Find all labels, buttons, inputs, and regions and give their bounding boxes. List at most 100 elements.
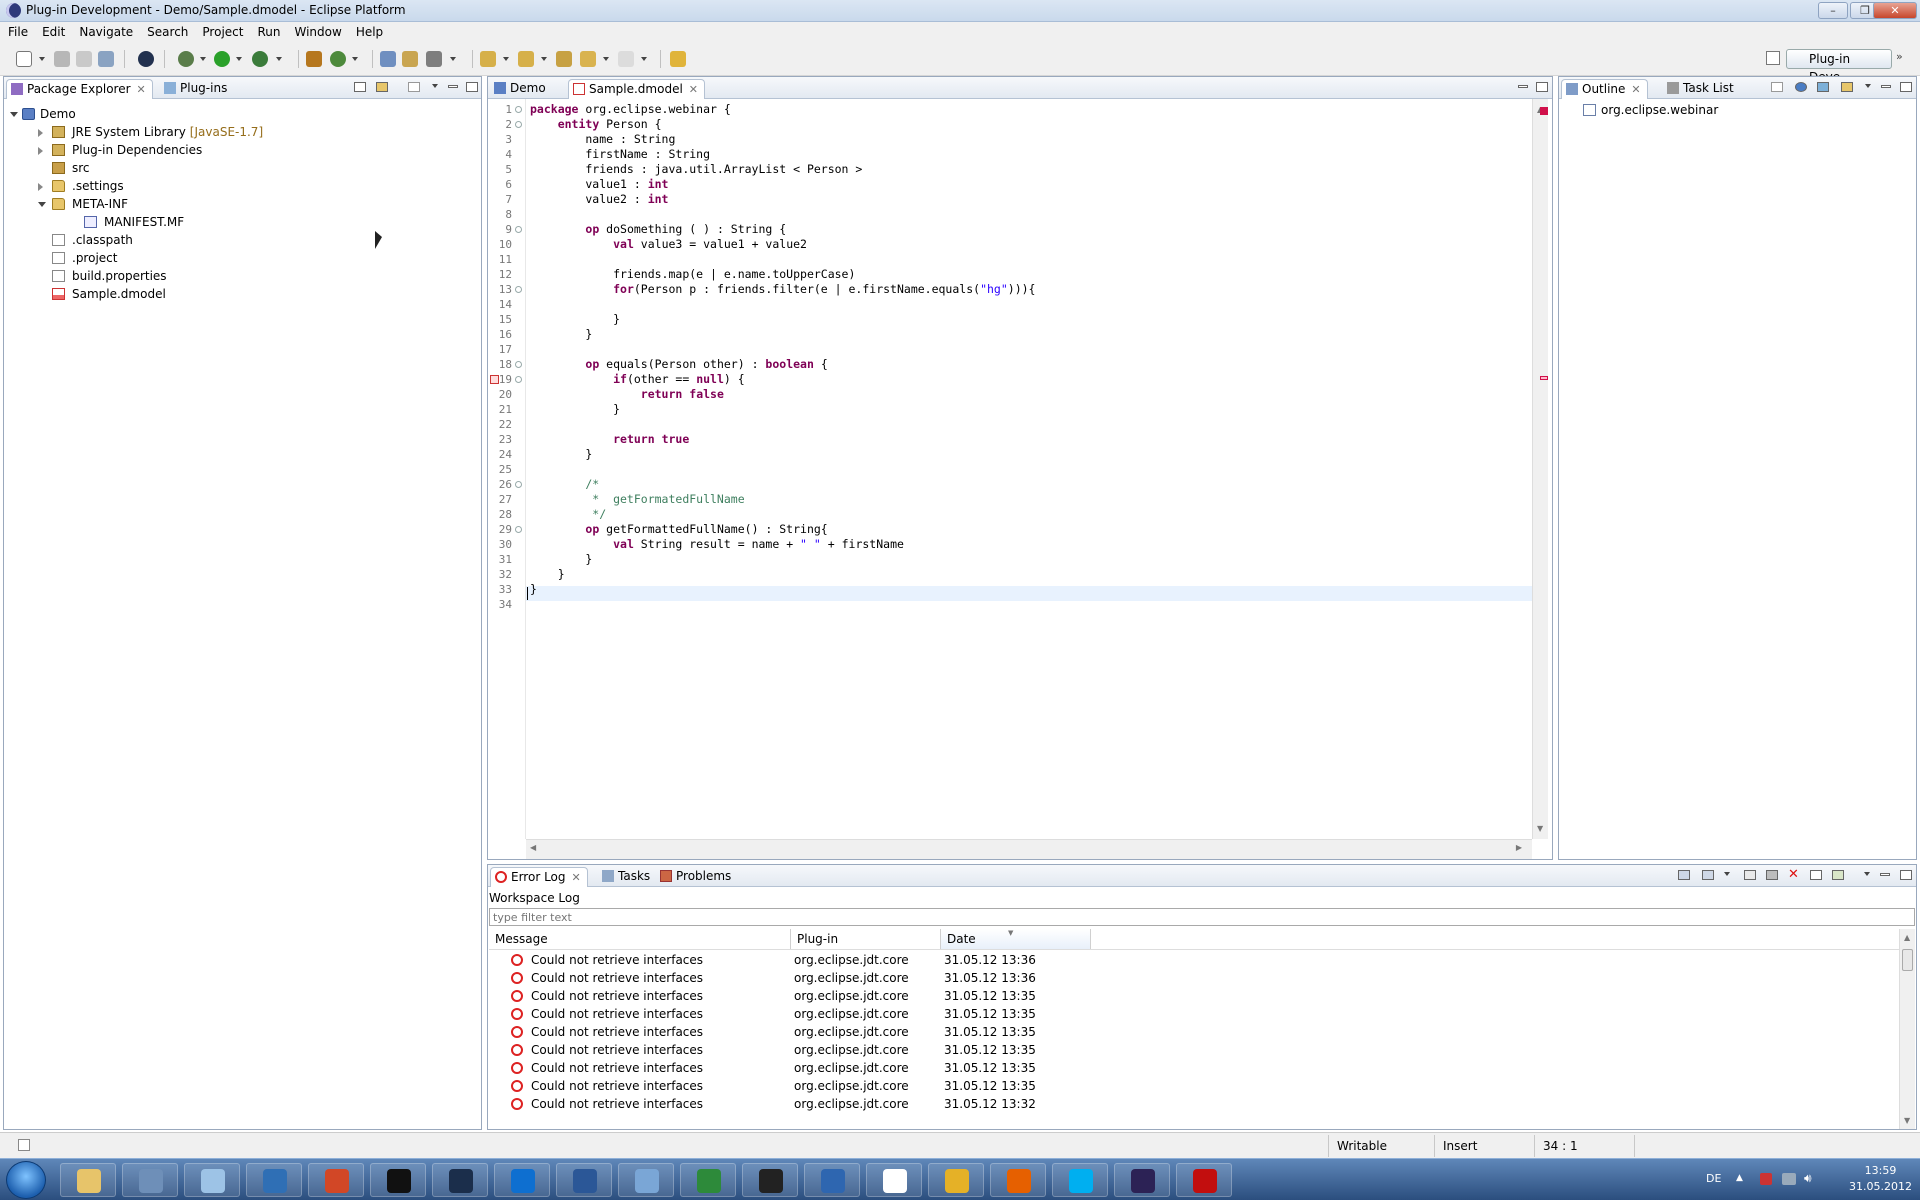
column-plug-in[interactable]: Plug-in <box>791 929 941 949</box>
chevron-down-icon[interactable] <box>276 57 282 61</box>
close-tab-icon[interactable]: ✕ <box>137 83 146 96</box>
print-icon[interactable] <box>98 51 114 67</box>
code-line[interactable]: } <box>530 567 565 582</box>
fold-toggle-icon[interactable] <box>515 361 522 368</box>
tab-plug-ins[interactable]: Plug-ins <box>160 79 233 99</box>
fold-toggle-icon[interactable] <box>515 286 522 293</box>
pin-editor-icon[interactable] <box>670 51 686 67</box>
tab-demo[interactable]: Demo <box>490 79 552 99</box>
show-hidden-icons-icon[interactable]: ▲ <box>1736 1173 1743 1183</box>
table-row[interactable]: Could not retrieve interfaces org.eclipse… <box>489 987 1639 1005</box>
tab-sample-dmodel[interactable]: Sample.dmodel ✕ <box>568 79 706 99</box>
code-line[interactable]: friends : java.util.ArrayList < Person > <box>530 162 862 177</box>
chevron-down-icon[interactable] <box>603 57 609 61</box>
chevron-down-icon[interactable] <box>200 57 206 61</box>
minimize-view-icon[interactable] <box>448 85 458 88</box>
fold-toggle-icon[interactable] <box>515 481 522 488</box>
chevron-down-icon[interactable] <box>541 57 547 61</box>
taskbar-app[interactable] <box>928 1163 984 1197</box>
code-line[interactable]: friends.map(e | e.name.toUpperCase) <box>530 267 855 282</box>
open-log-icon[interactable] <box>1810 870 1822 880</box>
tree-item[interactable]: MANIFEST.MF <box>70 213 184 231</box>
tab-error-log[interactable]: Error Log ✕ <box>490 867 588 887</box>
scroll-down-icon[interactable]: ▼ <box>1904 1116 1910 1125</box>
taskbar-app[interactable] <box>494 1163 550 1197</box>
code-line[interactable]: entity Person { <box>530 117 662 132</box>
code-line[interactable]: /* <box>530 477 599 492</box>
code-line[interactable]: return false <box>530 387 724 402</box>
view-menu-icon[interactable] <box>432 84 438 88</box>
network-tray-icon[interactable] <box>1782 1173 1796 1185</box>
tree-item[interactable]: .classpath <box>38 231 133 249</box>
scroll-up-icon[interactable]: ▲ <box>1904 933 1910 942</box>
table-row[interactable]: Could not retrieve interfaces org.eclipse… <box>489 969 1639 987</box>
maximize-view-icon[interactable] <box>1900 870 1912 880</box>
code-line[interactable]: op doSomething ( ) : String { <box>530 222 786 237</box>
taskbar-app[interactable] <box>1114 1163 1170 1197</box>
view-menu-icon[interactable] <box>1864 872 1870 876</box>
code-line[interactable]: package org.eclipse.webinar { <box>530 102 731 117</box>
table-row[interactable]: Could not retrieve interfaces org.eclipse… <box>489 1023 1639 1041</box>
new-plugin-icon[interactable] <box>306 51 322 67</box>
taskbar-app[interactable] <box>122 1163 178 1197</box>
code-area[interactable]: package org.eclipse.webinar { entity Per… <box>526 99 1532 839</box>
maximize-view-icon[interactable] <box>466 82 478 92</box>
debug-icon[interactable] <box>178 51 194 67</box>
tree-item[interactable]: Sample.dmodel <box>38 285 166 303</box>
menu-run[interactable]: Run <box>250 22 287 42</box>
view-menu-icon[interactable] <box>1865 84 1871 88</box>
minimize-view-icon[interactable] <box>1881 85 1891 88</box>
close-button[interactable]: ✕ <box>1873 2 1917 19</box>
scroll-left-icon[interactable]: ◀ <box>530 843 536 852</box>
editor-horizontal-scrollbar[interactable]: ◀ ▶ <box>526 839 1532 859</box>
expanded-arrow-icon[interactable] <box>10 112 18 117</box>
menu-window[interactable]: Window <box>287 22 348 42</box>
coverage-icon[interactable] <box>252 51 268 67</box>
fold-toggle-icon[interactable] <box>515 376 522 383</box>
export-log-icon[interactable] <box>1678 870 1690 880</box>
taskbar-app[interactable] <box>556 1163 612 1197</box>
chevron-more-icon[interactable]: » <box>1896 50 1903 63</box>
run-icon[interactable] <box>214 51 230 67</box>
tree-item[interactable]: Demo <box>10 105 76 123</box>
table-row[interactable]: Could not retrieve interfaces org.eclipse… <box>489 1005 1639 1023</box>
tree-item[interactable]: META-INF <box>38 195 128 213</box>
minimize-view-icon[interactable] <box>1880 873 1890 876</box>
code-line[interactable]: return true <box>530 432 689 447</box>
menu-help[interactable]: Help <box>349 22 390 42</box>
chevron-down-icon[interactable] <box>641 57 647 61</box>
maximize-view-icon[interactable] <box>1536 82 1548 92</box>
search-icon[interactable] <box>426 51 442 67</box>
code-line[interactable]: } <box>530 402 620 417</box>
code-line[interactable]: value2 : int <box>530 192 668 207</box>
fold-toggle-icon[interactable] <box>515 226 522 233</box>
warning-overview-marker[interactable] <box>1540 376 1548 380</box>
fold-toggle-icon[interactable] <box>515 526 522 533</box>
filter-icon[interactable] <box>1795 82 1807 92</box>
taskbar-app[interactable] <box>308 1163 364 1197</box>
taskbar-app[interactable] <box>184 1163 240 1197</box>
maximize-view-icon[interactable] <box>1900 82 1912 92</box>
taskbar-app[interactable] <box>618 1163 674 1197</box>
close-tab-icon[interactable]: ✕ <box>572 871 581 884</box>
tree-item[interactable]: .settings <box>38 177 124 195</box>
taskbar-app[interactable] <box>804 1163 860 1197</box>
scroll-down-icon[interactable]: ▼ <box>1537 824 1543 833</box>
import-log-icon[interactable] <box>1702 870 1714 880</box>
tab-tasks[interactable]: Tasks <box>598 867 656 887</box>
column-date[interactable]: Date <box>941 929 1091 949</box>
table-row[interactable]: Could not retrieve interfaces org.eclipse… <box>489 1059 1639 1077</box>
taskbar-app[interactable] <box>370 1163 426 1197</box>
log-vertical-scrollbar[interactable]: ▲ ▼ <box>1899 929 1915 1129</box>
save-all-icon[interactable] <box>76 51 92 67</box>
refresh-icon[interactable] <box>330 51 346 67</box>
code-line[interactable]: op getFormattedFullName() : String{ <box>530 522 827 537</box>
code-line[interactable]: } <box>530 312 620 327</box>
chevron-down-icon[interactable] <box>503 57 509 61</box>
sort-icon[interactable] <box>1817 82 1829 92</box>
scroll-right-icon[interactable]: ▶ <box>1516 843 1522 852</box>
code-line[interactable]: for(Person p : friends.filter(e | e.firs… <box>530 282 1035 297</box>
code-line[interactable]: if(other == null) { <box>530 372 745 387</box>
chevron-down-icon[interactable] <box>352 57 358 61</box>
expanded-arrow-icon[interactable] <box>38 202 46 207</box>
